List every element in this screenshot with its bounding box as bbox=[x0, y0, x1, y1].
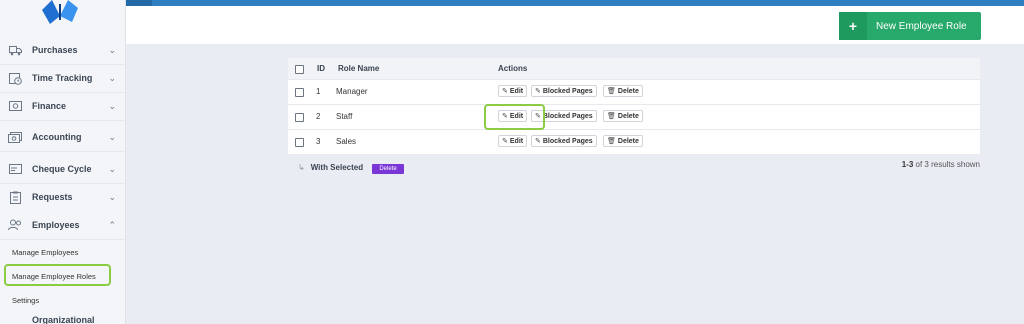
sidebar-subitem-label: Settings bbox=[12, 295, 40, 305]
row-role-name: Staff bbox=[336, 112, 353, 121]
results-count: 1-3 of 3 results shown bbox=[902, 160, 980, 169]
blocked-pages-button[interactable]: ✎ Blocked Pages bbox=[531, 85, 597, 97]
clipboard-icon bbox=[8, 190, 22, 204]
org-icon bbox=[8, 316, 22, 324]
with-selected: ↳ With Selected bbox=[298, 163, 363, 172]
edit-label: Edit bbox=[509, 87, 524, 95]
corner-arrow-icon: ↳ bbox=[298, 163, 305, 172]
plus-icon: + bbox=[839, 12, 867, 40]
delete-label: Delete bbox=[617, 112, 639, 120]
row-checkbox[interactable] bbox=[295, 88, 304, 97]
chevron-down-icon: ⌄ bbox=[108, 131, 116, 142]
results-text: of 3 results shown bbox=[913, 160, 980, 169]
sidebar-item-accounting[interactable]: Accounting ⌄ bbox=[0, 123, 125, 152]
row-id: 3 bbox=[316, 137, 321, 146]
delete-button[interactable]: 🗑 Delete bbox=[603, 135, 643, 147]
truck-icon bbox=[8, 43, 22, 57]
chevron-down-icon: ⌄ bbox=[108, 44, 116, 55]
edit-button[interactable]: ✎ Edit bbox=[498, 85, 528, 97]
sidebar-item-organizational[interactable]: Organizational bbox=[0, 312, 125, 324]
clock-icon bbox=[8, 71, 22, 85]
chevron-up-icon: ⌃ bbox=[108, 219, 116, 230]
sidebar-item-requests[interactable]: Requests ⌄ bbox=[0, 183, 125, 212]
blocked-pages-label: Blocked Pages bbox=[542, 112, 593, 120]
with-selected-label: With Selected bbox=[310, 163, 364, 172]
sidebar-item-label: Finance bbox=[32, 101, 67, 111]
sidebar-item-label: Requests bbox=[32, 192, 73, 202]
sidebar-item-label: Accounting bbox=[32, 132, 82, 142]
table-header: ID Role Name Actions bbox=[288, 58, 980, 79]
sidebar-item-label: Organizational bbox=[32, 315, 95, 324]
users-icon bbox=[8, 218, 22, 232]
butterfly-logo bbox=[42, 0, 78, 24]
chevron-down-icon: ⌄ bbox=[108, 191, 116, 202]
blocked-pages-button[interactable]: ✎ Blocked Pages bbox=[531, 135, 597, 147]
row-role-name: Sales bbox=[336, 137, 357, 146]
sidebar-subitem-settings[interactable]: Settings bbox=[0, 289, 125, 311]
delete-label: Delete bbox=[617, 137, 639, 145]
select-all-checkbox[interactable] bbox=[295, 65, 304, 74]
edit-button[interactable]: ✎ Edit bbox=[498, 135, 528, 147]
table-row: 1 Manager ✎ Edit ✎ Blocked Pages 🗑 Delete bbox=[288, 79, 980, 104]
row-checkbox[interactable] bbox=[295, 113, 304, 122]
trash-icon: 🗑 bbox=[607, 113, 616, 120]
sidebar-item-finance[interactable]: Finance ⌄ bbox=[0, 92, 125, 121]
trash-icon: 🗑 bbox=[607, 88, 616, 95]
pencil-icon: ✎ bbox=[535, 88, 541, 95]
sidebar-item-time-tracking[interactable]: Time Tracking ⌄ bbox=[0, 64, 125, 93]
pencil-icon: ✎ bbox=[502, 88, 508, 95]
sidebar-subitem-manage-employees[interactable]: Manage Employees bbox=[0, 241, 125, 263]
chevron-down-icon: ⌄ bbox=[108, 163, 116, 174]
header-actions: Actions bbox=[498, 64, 528, 73]
delete-button[interactable]: 🗑 Delete bbox=[603, 85, 643, 97]
row-id: 1 bbox=[316, 87, 321, 96]
pencil-icon: ✎ bbox=[535, 138, 541, 145]
header-role-name: Role Name bbox=[338, 64, 380, 73]
edit-label: Edit bbox=[509, 137, 524, 145]
sidebar-item-label: Employees bbox=[32, 220, 80, 230]
cheque-icon bbox=[8, 162, 22, 176]
pencil-icon: ✎ bbox=[502, 138, 508, 145]
new-employee-role-button[interactable]: + New Employee Role bbox=[839, 12, 981, 40]
new-employee-role-label: New Employee Role bbox=[876, 20, 967, 32]
highlight-annotation bbox=[484, 104, 545, 130]
sidebar-item-cheque-cycle[interactable]: Cheque Cycle ⌄ bbox=[0, 155, 125, 184]
chevron-down-icon: ⌄ bbox=[108, 72, 116, 83]
sidebar-item-label: Time Tracking bbox=[32, 73, 93, 83]
results-range: 1-3 bbox=[901, 160, 914, 169]
table-row: 3 Sales ✎ Edit ✎ Blocked Pages 🗑 Delete bbox=[288, 129, 980, 154]
highlight-annotation bbox=[4, 264, 111, 286]
sidebar-item-label: Purchases bbox=[32, 45, 78, 55]
row-checkbox[interactable] bbox=[295, 138, 304, 147]
table-row: 2 Staff ✎ Edit ✎ Blocked Pages 🗑 Delete bbox=[288, 104, 980, 129]
sidebar-subitem-label: Manage Employees bbox=[12, 247, 79, 257]
delete-label: Delete bbox=[617, 87, 639, 95]
accounting-icon bbox=[8, 130, 22, 144]
trash-icon: 🗑 bbox=[607, 138, 616, 145]
row-id: 2 bbox=[316, 112, 321, 121]
chevron-down-icon: ⌄ bbox=[108, 100, 116, 111]
sidebar-item-label: Cheque Cycle bbox=[32, 164, 92, 174]
delete-button[interactable]: 🗑 Delete bbox=[603, 110, 643, 122]
sidebar: Purchases ⌄ Time Tracking ⌄ Finance ⌄ Ac… bbox=[0, 0, 126, 324]
blocked-pages-label: Blocked Pages bbox=[542, 137, 593, 145]
blocked-pages-label: Blocked Pages bbox=[542, 87, 593, 95]
header-id: ID bbox=[317, 64, 325, 73]
sidebar-item-purchases[interactable]: Purchases ⌄ bbox=[0, 36, 125, 65]
bulk-delete-button[interactable]: Delete bbox=[372, 164, 404, 174]
sidebar-item-employees[interactable]: Employees ⌃ bbox=[0, 211, 125, 240]
money-icon bbox=[8, 99, 22, 113]
row-role-name: Manager bbox=[336, 87, 368, 96]
roles-table: ID Role Name Actions 1 Manager ✎ Edit ✎ Bl… bbox=[288, 58, 980, 154]
